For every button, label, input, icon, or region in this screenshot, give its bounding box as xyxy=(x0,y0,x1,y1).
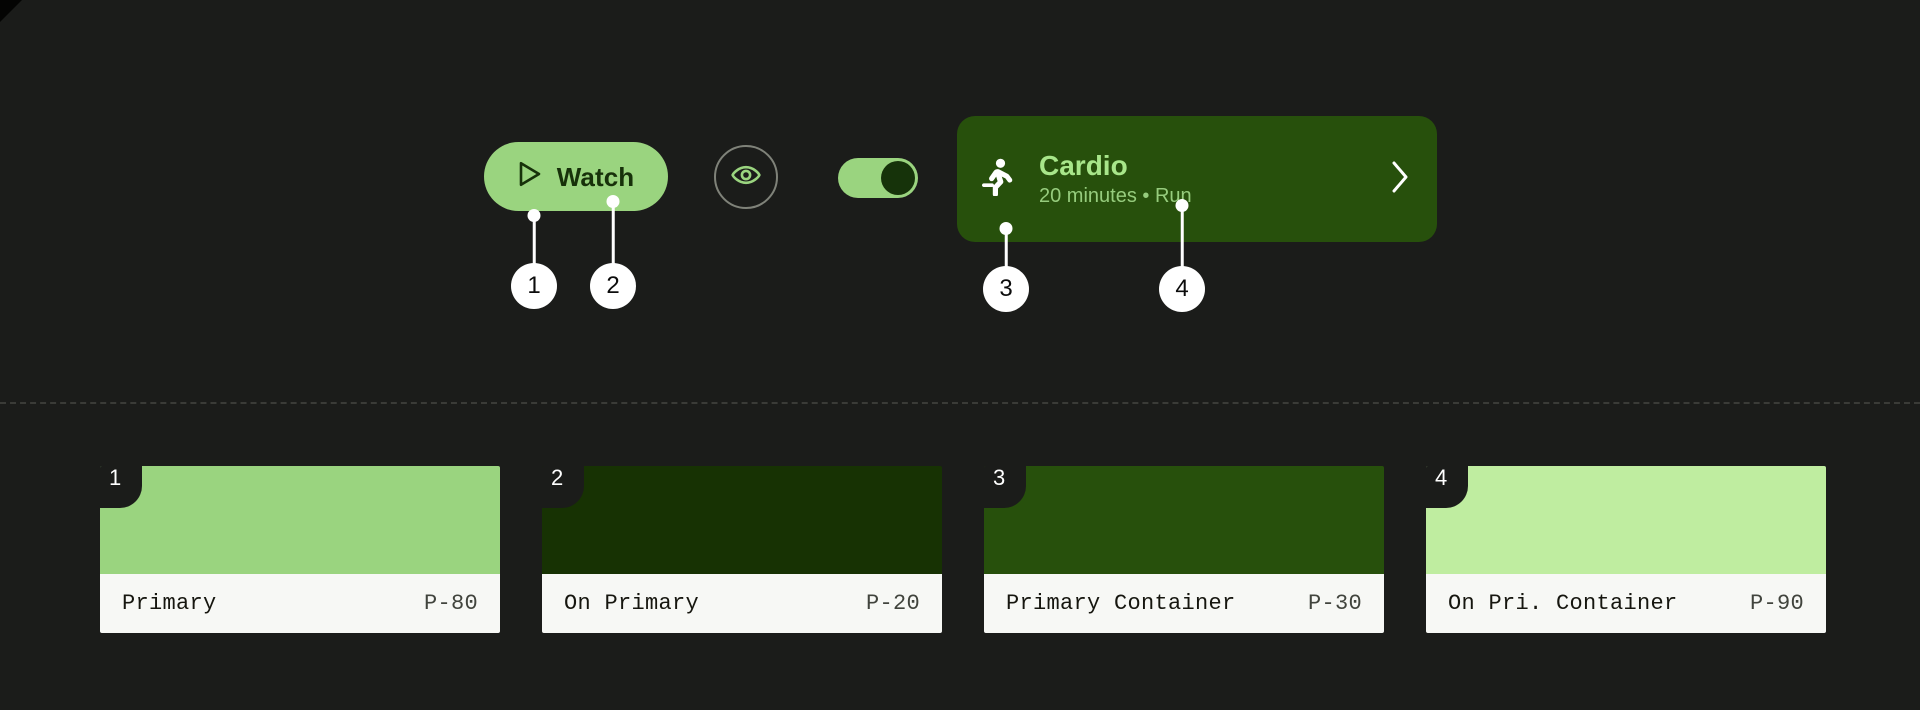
swatch-color-chip xyxy=(984,466,1384,574)
callout-2: 2 xyxy=(590,195,636,310)
callout-2-badge: 2 xyxy=(590,263,636,309)
callout-4-badge: 4 xyxy=(1159,266,1205,312)
callout-1: 1 xyxy=(511,209,557,309)
toggle-switch[interactable] xyxy=(838,158,918,198)
swatch-card[interactable]: 3 Primary Container P-30 xyxy=(984,466,1384,633)
swatch-token: P-90 xyxy=(1749,591,1804,616)
swatch-card[interactable]: 1 Primary P-80 xyxy=(100,466,500,633)
chevron-right-icon[interactable] xyxy=(1389,160,1411,199)
swatch-label-bar: On Pri. Container P-90 xyxy=(1426,574,1826,633)
swatch-token: P-80 xyxy=(423,591,478,616)
swatch-color-chip xyxy=(100,466,500,574)
callout-1-badge: 1 xyxy=(511,263,557,309)
toggle-switch-thumb xyxy=(881,161,915,195)
swatch-color-chip xyxy=(1426,466,1826,574)
callout-3: 3 xyxy=(983,222,1029,322)
cardio-card-title: Cardio xyxy=(1039,149,1128,181)
color-swatch-strip: 1 Primary P-80 2 On Primary P-20 3 Prima… xyxy=(100,466,1826,633)
swatch-name: Primary xyxy=(122,591,217,616)
watch-button[interactable]: Watch xyxy=(484,142,668,211)
callout-3-badge: 3 xyxy=(983,266,1029,312)
callout-3-leader-line xyxy=(1004,228,1008,268)
eye-icon xyxy=(731,164,761,191)
play-triangle-icon xyxy=(518,161,542,192)
swatch-card[interactable]: 2 On Primary P-20 xyxy=(542,466,942,633)
watch-button-label: Watch xyxy=(556,161,635,192)
callout-4-leader-line xyxy=(1180,205,1184,268)
eye-button[interactable] xyxy=(714,145,778,209)
swatch-name: Primary Container xyxy=(1006,591,1236,616)
swatch-color-chip xyxy=(542,466,942,574)
section-divider xyxy=(0,402,1920,404)
swatch-token: P-30 xyxy=(1307,591,1362,616)
swatch-card[interactable]: 4 On Pri. Container P-90 xyxy=(1426,466,1826,633)
callout-2-leader-line xyxy=(611,201,615,265)
swatch-name: On Primary xyxy=(564,591,700,616)
swatch-name: On Pri. Container xyxy=(1448,591,1678,616)
swatch-token: P-20 xyxy=(865,591,920,616)
callout-1-leader-line xyxy=(532,215,536,265)
swatch-label-bar: On Primary P-20 xyxy=(542,574,942,633)
swatch-label-bar: Primary P-80 xyxy=(100,574,500,633)
component-showcase-region: Watch Cardio 20 minutes • Run 1 2 3 4 xyxy=(0,0,1920,403)
callout-4: 4 xyxy=(1159,199,1205,314)
swatch-label-bar: Primary Container P-30 xyxy=(984,574,1384,633)
running-person-icon xyxy=(981,158,1015,201)
